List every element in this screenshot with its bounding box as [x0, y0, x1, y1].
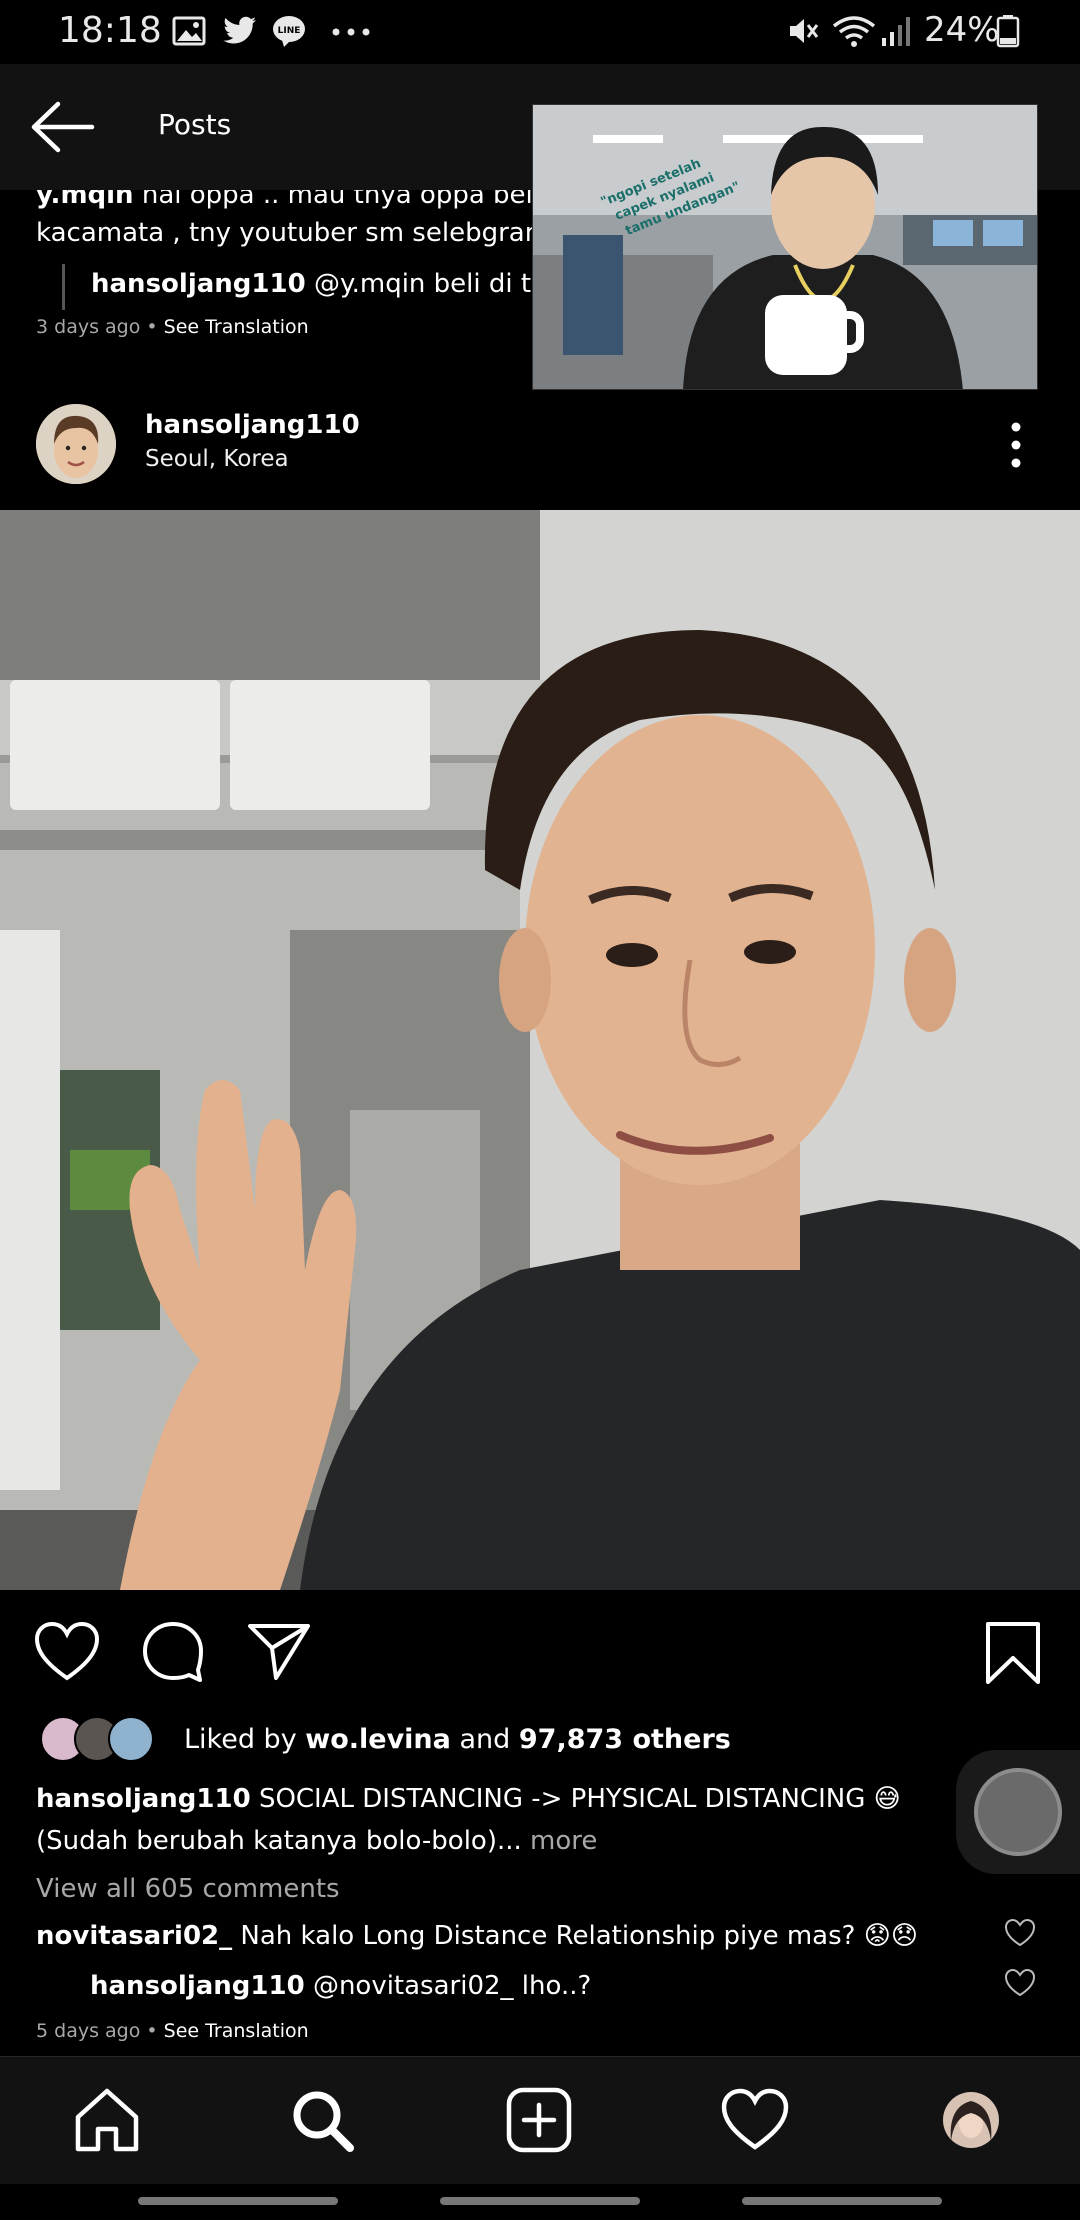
pip-video-frame: "ngopi setelah capek nyalami tamu undang…: [533, 105, 1037, 389]
previous-comment: y.mqin hai oppa .. mau tnya oppa beli ka…: [36, 190, 556, 252]
likes-prefix: Liked by: [184, 1724, 297, 1755]
liker-avatar: [108, 1716, 154, 1762]
reply-text: @novitasari02_ lho..?: [312, 1971, 592, 2001]
liker-avatars: [40, 1716, 170, 1766]
twitter-icon: [223, 16, 256, 44]
reply-text: @y.mqin beli di toko: [313, 269, 532, 299]
avatar-image: [36, 404, 116, 484]
page-title: Posts: [158, 108, 232, 141]
gallery-icon: [172, 16, 206, 46]
post-author-avatar[interactable]: [36, 404, 116, 484]
post-author-username[interactable]: hansoljang110: [145, 410, 360, 440]
see-translation-link[interactable]: See Translation: [164, 2020, 309, 2042]
likes-and: and: [459, 1724, 511, 1755]
post-photo-image: [0, 510, 1080, 1590]
likes-summary[interactable]: Liked by wo.levina and 97,873 others: [0, 1710, 1080, 1770]
previous-reply: hansoljang110 @y.mqin beli di toko: [62, 264, 532, 310]
svg-text:LINE: LINE: [278, 26, 301, 36]
post-actions: [0, 1590, 1080, 1700]
new-post-icon[interactable]: [504, 2087, 574, 2153]
gesture-bar-right: [742, 2197, 942, 2205]
post-photo[interactable]: [0, 510, 1080, 1590]
more-options-icon[interactable]: [1006, 420, 1026, 470]
assistive-touch-icon: [974, 1768, 1062, 1856]
caption-text: SOCIAL DISTANCING -> PHYSICAL DISTANCING…: [258, 1784, 901, 1814]
see-translation-link[interactable]: See Translation: [164, 316, 309, 338]
mute-icon: [790, 19, 819, 43]
comment-text-continued: kacamata , tny youtuber sm selebgram: [36, 218, 551, 248]
battery-icon: [996, 15, 1020, 48]
post-caption: hansoljang110 SOCIAL DISTANCING -> PHYSI…: [36, 1778, 936, 1862]
comment-like-heart-icon[interactable]: [1004, 1918, 1036, 1948]
profile-avatar-icon[interactable]: [936, 2087, 1006, 2153]
post-location[interactable]: Seoul, Korea: [145, 446, 289, 472]
comment-text: hai oppa .. mau tnya oppa beli ka: [141, 190, 556, 210]
time-ago: 3 days ago: [36, 316, 141, 338]
signal-icon: [882, 17, 910, 46]
reply-like-heart-icon[interactable]: [1004, 1968, 1036, 1998]
line-icon: LINE: [273, 16, 305, 47]
comment-text: Nah kalo Long Distance Relationship piye…: [240, 1921, 918, 1951]
caption-text-continued: (Sudah berubah katanya bolo-bolo)...: [36, 1826, 522, 1856]
likes-text: Liked by wo.levina and 97,873 others: [184, 1724, 731, 1755]
caption-username[interactable]: hansoljang110: [36, 1784, 251, 1814]
gesture-bar-left: [138, 2197, 338, 2205]
status-time: 18:18: [58, 10, 162, 51]
reply-username[interactable]: hansoljang110: [90, 1971, 305, 2001]
wifi-icon: [832, 16, 876, 47]
more-icon: [332, 28, 370, 36]
back-arrow-icon[interactable]: [28, 100, 96, 154]
reply-row: hansoljang110 @novitasari02_ lho..?: [90, 1964, 591, 2008]
status-bar: 18:18 LINE 24%: [0, 0, 1080, 64]
comment-username[interactable]: novitasari02_: [36, 1921, 232, 1951]
share-send-icon[interactable]: [246, 1620, 312, 1684]
view-all-comments-link[interactable]: View all 605 comments: [36, 1874, 340, 1904]
like-heart-icon[interactable]: [34, 1620, 100, 1684]
comment-icon[interactable]: [140, 1620, 206, 1684]
time-ago: 5 days ago: [36, 2020, 141, 2042]
comment-meta: 5 days ago • See Translation: [36, 2020, 309, 2042]
comment-row: novitasari02_ Nah kalo Long Distance Rel…: [36, 1914, 996, 1958]
likes-count[interactable]: 97,873 others: [519, 1724, 731, 1755]
save-bookmark-icon[interactable]: [980, 1620, 1046, 1684]
battery-percent: 24%: [924, 10, 1000, 50]
post-header: hansoljang110 Seoul, Korea: [0, 390, 1080, 510]
activity-heart-icon[interactable]: [720, 2087, 790, 2153]
picture-in-picture-video[interactable]: "ngopi setelah capek nyalami tamu undang…: [532, 104, 1038, 390]
caption-more-link[interactable]: more: [530, 1826, 597, 1856]
reply-username[interactable]: hansoljang110: [91, 269, 306, 299]
bottom-navigation: [0, 2056, 1080, 2184]
liked-by-user[interactable]: wo.levina: [305, 1724, 451, 1755]
search-icon[interactable]: [288, 2087, 358, 2153]
comment-username[interactable]: y.mqin: [36, 190, 134, 210]
previous-comment-meta: 3 days ago • See Translation: [36, 316, 309, 338]
home-icon[interactable]: [72, 2087, 142, 2153]
gesture-bar-center: [440, 2197, 640, 2205]
assistive-touch-button[interactable]: [956, 1750, 1080, 1874]
